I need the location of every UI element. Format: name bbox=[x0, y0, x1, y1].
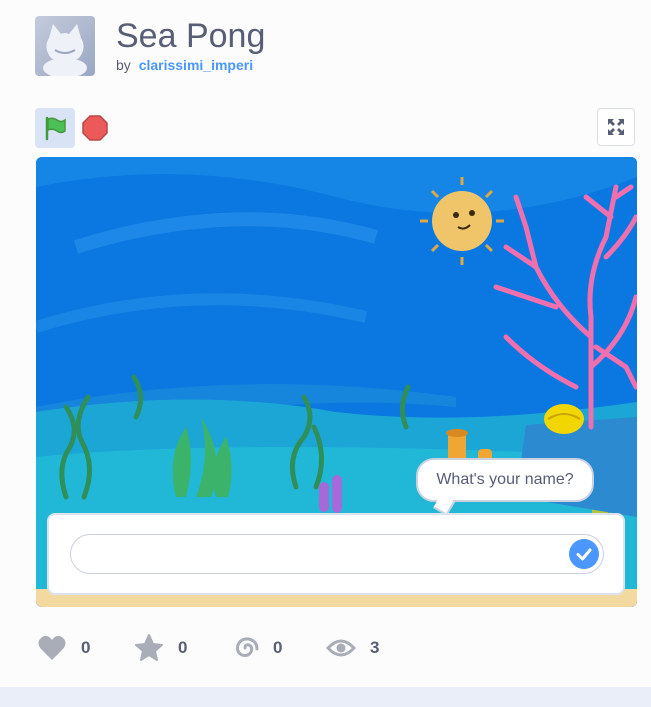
love-count: 0 bbox=[81, 638, 91, 657]
green-flag-icon bbox=[45, 116, 66, 141]
remix-spiral-icon bbox=[236, 637, 259, 658]
project-byline: by clarissimi_imperi bbox=[116, 57, 253, 73]
views-count: 3 bbox=[370, 638, 380, 657]
favorite-count: 0 bbox=[178, 638, 188, 657]
favorite-stat[interactable]: 0 bbox=[134, 632, 187, 664]
checkmark-icon bbox=[576, 548, 592, 561]
fullscreen-button[interactable] bbox=[597, 108, 635, 146]
scratch-cat-icon bbox=[43, 24, 87, 76]
remix-count: 0 bbox=[273, 638, 283, 657]
fullscreen-icon bbox=[608, 119, 624, 135]
footer-band bbox=[0, 687, 651, 707]
by-label: by bbox=[116, 57, 131, 73]
project-thumbnail[interactable] bbox=[35, 16, 95, 76]
stop-button[interactable] bbox=[82, 115, 108, 141]
project-stage[interactable]: What's your name? bbox=[36, 157, 637, 607]
views-stat: 3 bbox=[326, 632, 379, 664]
star-icon bbox=[135, 634, 163, 661]
love-stat[interactable]: 0 bbox=[37, 632, 90, 664]
answer-input[interactable] bbox=[70, 534, 604, 574]
stop-icon bbox=[82, 115, 108, 141]
ask-answer-panel bbox=[47, 513, 625, 595]
remix-stat: 0 bbox=[231, 632, 282, 664]
answer-submit-button[interactable] bbox=[569, 539, 599, 569]
author-link[interactable]: clarissimi_imperi bbox=[139, 57, 253, 73]
project-title: Sea Pong bbox=[116, 17, 266, 55]
green-flag-button[interactable] bbox=[35, 108, 75, 148]
eye-icon bbox=[326, 639, 356, 657]
heart-icon bbox=[38, 635, 66, 660]
